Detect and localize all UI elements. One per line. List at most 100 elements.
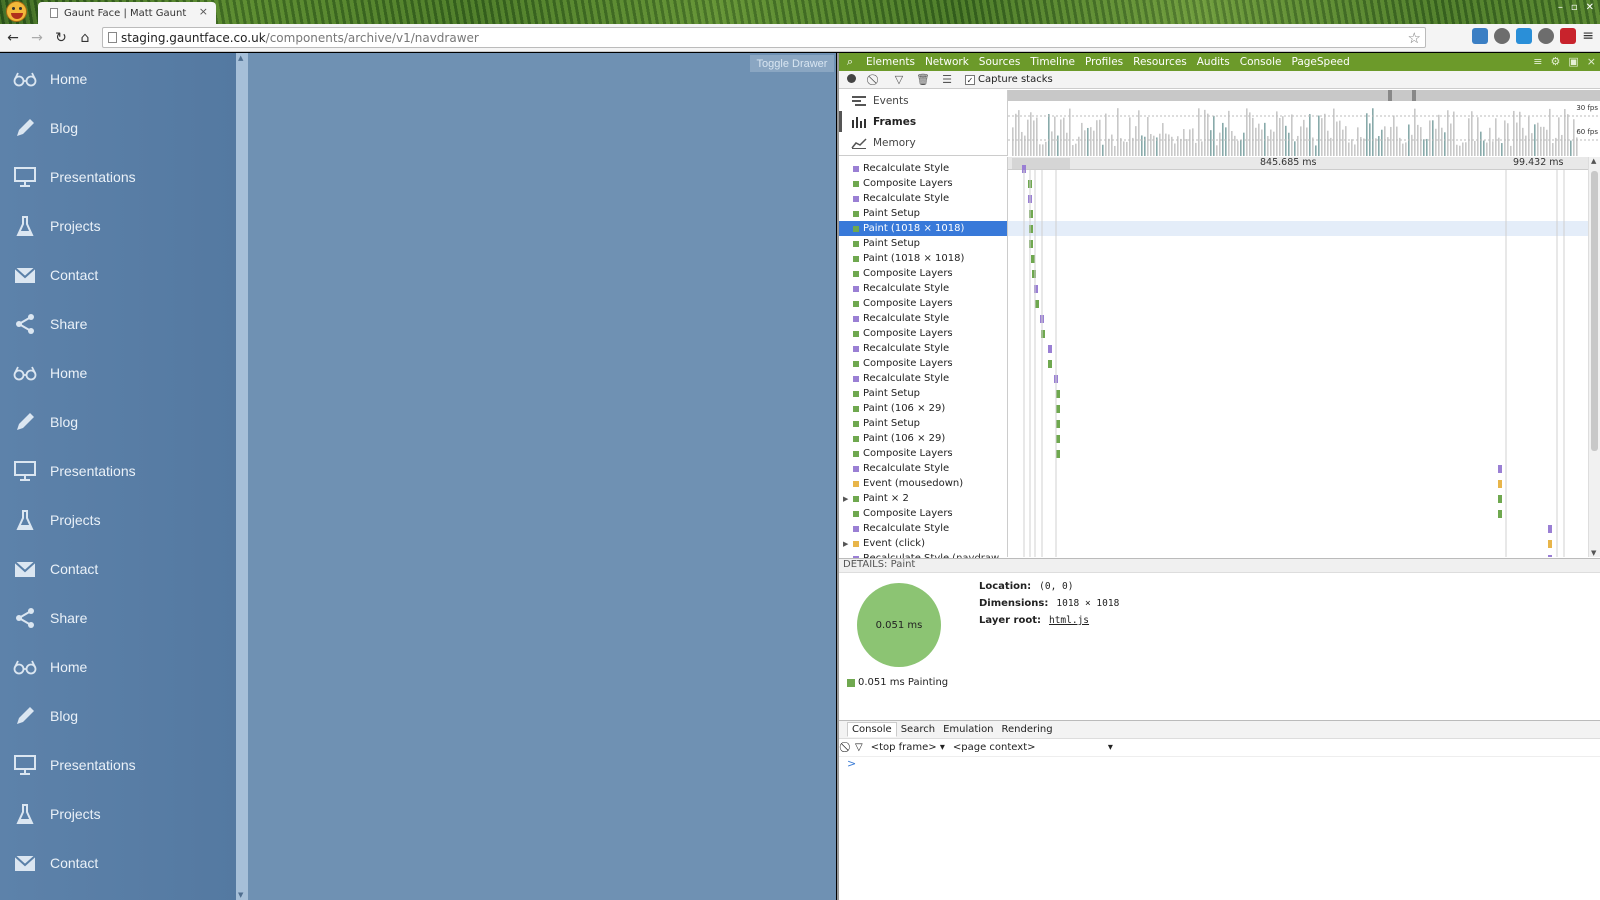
timeline-record[interactable]: Composite Layers [839,176,1007,191]
tab-console[interactable]: Console [1235,56,1287,68]
timeline-record[interactable]: Recalculate Style [839,371,1007,386]
records-scrollbar[interactable]: ▲ ▼ [1588,157,1600,557]
scroll-up-icon[interactable]: ▲ [1591,157,1596,165]
drawer-item-share[interactable]: Share [0,299,236,348]
timeline-chart[interactable]: 845.685 ms 99.432 ms [1007,157,1591,557]
drawer-item-share[interactable]: Share [0,593,236,642]
drawer-item-presentations[interactable]: Presentations [0,446,236,495]
extension-icon[interactable] [1472,28,1489,44]
scroll-down-icon[interactable]: ▼ [238,891,243,899]
lastpass-icon[interactable] [1560,28,1577,44]
headphones-icon[interactable] [1538,28,1555,44]
toggle-drawer-button[interactable]: Toggle Drawer [750,55,834,72]
overview-events[interactable]: Events [839,90,1007,111]
clear-icon[interactable]: ⃠ [863,73,887,87]
home-icon[interactable]: ⌂ [74,30,96,46]
scroll-thumb[interactable] [1591,171,1598,451]
scroll-up-icon[interactable]: ▲ [238,54,243,62]
drawer-item-projects[interactable]: Projects [0,789,236,838]
gear-icon[interactable]: ⚙ [1551,55,1561,68]
timeline-record[interactable]: Recalculate Style [839,341,1007,356]
close-icon[interactable]: × [199,5,208,18]
timeline-record[interactable]: Event (mousedown) [839,476,1007,491]
tab-network[interactable]: Network [920,56,974,68]
overview-memory[interactable]: Memory [839,132,1007,153]
context-select[interactable]: <page context> ▾ [953,742,1113,753]
address-bar[interactable]: staging.gauntface.co.uk/components/archi… [102,27,1426,48]
flame-chart-icon[interactable]: ☰ [935,73,959,86]
minimize-icon[interactable]: – [1558,2,1563,13]
drawer-item-presentations[interactable]: Presentations [0,152,236,201]
inspect-search-icon[interactable]: ⌕ [839,55,861,69]
drawer-scrollbar[interactable]: ▲ ▼ [236,53,248,900]
timeline-record[interactable]: Recalculate Style [839,521,1007,536]
drawer-item-contact[interactable]: Contact [0,838,236,887]
drawer-item-contact[interactable]: Contact [0,544,236,593]
console-prompt[interactable]: > [839,757,1600,770]
drawer-item-blog[interactable]: Blog [0,691,236,740]
bookmark-star-icon[interactable]: ☆ [1408,29,1421,47]
drawer-tab-search[interactable]: Search [897,723,939,736]
overview-frames[interactable]: Frames [839,111,1007,132]
headphones-icon[interactable] [1494,28,1511,44]
timeline-record[interactable]: Composite Layers [839,326,1007,341]
drawer-item-presentations[interactable]: Presentations [0,740,236,789]
tab-pagespeed[interactable]: PageSpeed [1286,56,1354,68]
drawer-item-projects[interactable]: Projects [0,201,236,250]
drawer-toggle-icon[interactable]: ≡ [1533,55,1542,68]
dock-icon[interactable]: ▣ [1568,55,1578,68]
forward-icon[interactable]: → [26,30,48,46]
timeline-record[interactable]: Paint Setup [839,206,1007,221]
timeline-record[interactable]: Recalculate Style [839,281,1007,296]
window-handle-right[interactable] [1412,90,1416,101]
tab-elements[interactable]: Elements [861,56,920,68]
timeline-record[interactable]: Composite Layers [839,506,1007,521]
timeline-record[interactable]: Composite Layers [839,356,1007,371]
record-button[interactable] [839,73,863,86]
drawer-tab-console[interactable]: Console [847,722,897,737]
close-window-icon[interactable]: ✕ [1586,2,1594,13]
drawer-item-contact[interactable]: Contact [0,250,236,299]
capture-stacks-checkbox[interactable]: ✓ Capture stacks [965,74,1053,85]
window-handle-left[interactable] [1388,90,1392,101]
timeline-record[interactable]: Paint Setup [839,236,1007,251]
timeline-record[interactable]: Paint Setup [839,386,1007,401]
tab-profiles[interactable]: Profiles [1080,56,1128,68]
timeline-record[interactable]: Paint Setup [839,416,1007,431]
timeline-record[interactable]: Paint (1018 × 1018) [839,251,1007,266]
timeline-record[interactable]: Recalculate Style [839,461,1007,476]
scroll-down-icon[interactable]: ▼ [1591,549,1596,557]
timeline-record[interactable]: Paint (106 × 29) [839,431,1007,446]
tab-timeline[interactable]: Timeline [1025,56,1080,68]
expand-triangle-icon[interactable]: ▶ [843,540,848,548]
drawer-tab-rendering[interactable]: Rendering [998,723,1057,736]
frames-overview[interactable]: 30 fps 60 fps [1007,90,1600,156]
trash-icon[interactable]: 🗑 [911,73,935,86]
checkbox-checked-icon[interactable]: ✓ [965,74,975,85]
layer-root-link[interactable]: html.js [1049,615,1089,626]
timeline-record[interactable]: ▶ Paint × 2 [839,491,1007,506]
close-icon[interactable]: × [1587,55,1596,68]
drawer-item-blog[interactable]: Blog [0,103,236,152]
reload-icon[interactable]: ↻ [50,30,72,46]
back-icon[interactable]: ← [2,30,24,46]
timeline-record[interactable]: Composite Layers [839,296,1007,311]
maximize-icon[interactable]: ▫ [1571,2,1578,13]
filter-icon[interactable]: ▽ [855,742,863,753]
drawer-tab-emulation[interactable]: Emulation [939,723,997,736]
timeline-record[interactable]: Recalculate Style [839,311,1007,326]
drawer-item-blog[interactable]: Blog [0,397,236,446]
tab-resources[interactable]: Resources [1128,56,1192,68]
timeline-record[interactable]: Paint (1018 × 1018) [839,221,1007,236]
timeline-record[interactable]: Composite Layers [839,266,1007,281]
filter-icon[interactable]: ▽ [887,73,911,86]
drawer-item-home[interactable]: Home [0,348,236,397]
menu-icon[interactable]: ≡ [1582,28,1594,44]
timeline-record[interactable]: Composite Layers [839,446,1007,461]
timeline-record[interactable]: Recalculate Style [839,191,1007,206]
tab-audits[interactable]: Audits [1192,56,1235,68]
timeline-record[interactable]: Recalculate Style [839,161,1007,176]
drawer-item-home[interactable]: Home [0,54,236,103]
overview-window-bar[interactable] [1008,90,1600,101]
extension-icon[interactable] [1516,28,1533,44]
